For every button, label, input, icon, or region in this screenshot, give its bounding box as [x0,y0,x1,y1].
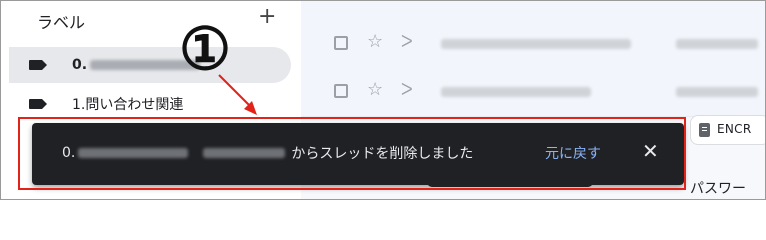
star-icon[interactable]: ☆ [367,80,383,100]
row-checkbox[interactable] [334,84,348,98]
label-0-prefix: 0. [72,57,88,73]
blurred-snippet [676,87,758,97]
blurred-subject [441,87,591,97]
importance-marker-icon[interactable]: ᐳ [401,32,413,52]
labels-heading: ラベル [37,13,86,32]
importance-marker-icon[interactable]: ᐳ [401,80,413,100]
mail-row[interactable]: ☆ ᐳ [301,68,765,117]
snackbar-shadow-tab [427,182,593,187]
blurred-label-name [203,148,286,158]
annotation-badge: ① [179,15,231,83]
add-label-button[interactable]: + [258,5,276,29]
close-icon[interactable]: ✕ [642,140,659,162]
label-tag-icon [29,99,47,109]
sidebar-item-label-0[interactable]: 0. .. [9,47,291,83]
gmail-window: ラベル + 0. .. 1.問い合わせ関連 ☆ ᐳ ☆ ᐳ ENCR パスワー … [0,0,766,200]
sidebar-item-label-1[interactable]: 1.問い合わせ関連 [9,86,291,122]
sidebar-item-label: 1.問い合わせ関連 [72,97,184,113]
blurred-subject [441,39,631,49]
document-icon [699,123,710,137]
undo-button[interactable]: 元に戻す [545,143,601,163]
snackbar: 0. からスレッドを削除しました 元に戻す ✕ [32,123,684,185]
attachment-chip[interactable]: ENCR [690,115,765,145]
snackbar-message: 0. からスレッドを削除しました [62,143,473,163]
label-tag-icon [29,60,47,70]
chip-label: ENCR [717,122,752,136]
row-checkbox[interactable] [334,36,348,50]
svg-text:①: ① [179,15,231,83]
star-icon[interactable]: ☆ [367,32,383,52]
blurred-snippet [676,39,758,49]
row-preview-text: パスワー [690,181,746,197]
snackbar-text: からスレッドを削除しました [291,146,474,162]
mail-row[interactable]: ☆ ᐳ [301,20,765,69]
blurred-label-name [78,148,189,158]
snackbar-prefix: 0. [62,145,76,161]
list-top-edge [301,1,765,22]
